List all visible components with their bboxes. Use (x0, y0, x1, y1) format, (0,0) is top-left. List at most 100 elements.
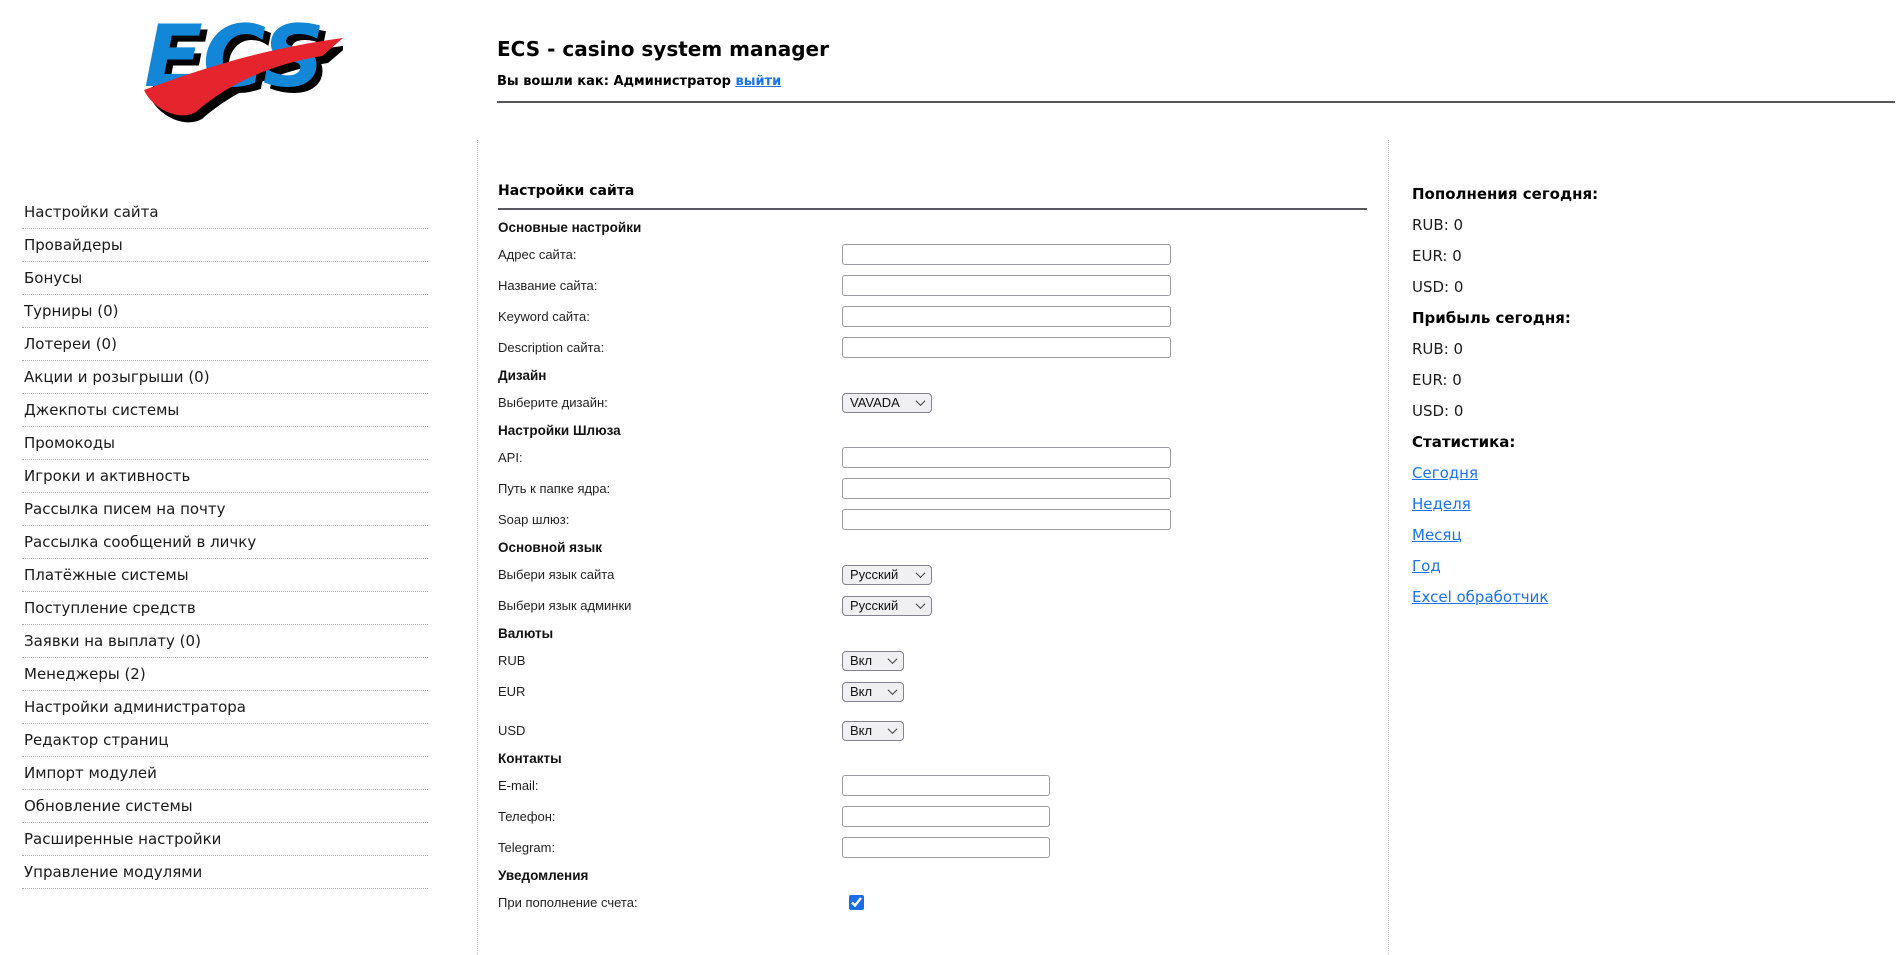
sidebar-item[interactable]: Рассылка писем на почту (22, 493, 428, 526)
section-header: Контакты (498, 751, 562, 766)
stats-link[interactable]: Неделя (1412, 495, 1471, 513)
text-input[interactable] (842, 447, 1171, 468)
field-label: Телефон: (498, 809, 556, 824)
select-dropdown[interactable]: Русский (842, 595, 932, 616)
text-input[interactable] (842, 775, 1050, 796)
stat-value: 0 (1452, 247, 1462, 265)
chevron-down-icon (887, 724, 898, 735)
stats-link-line: Сегодня (1412, 464, 1892, 483)
sidebar-item[interactable]: Настройки сайта (22, 196, 428, 229)
sidebar-item[interactable]: Импорт модулей (22, 757, 428, 790)
stats-link-line: Excel обработчик (1412, 588, 1892, 607)
select-dropdown[interactable]: VAVADA (842, 392, 932, 413)
select-dropdown[interactable]: Вкл (842, 720, 904, 741)
text-input[interactable] (842, 806, 1050, 827)
field-label: Выбери язык сайта (498, 567, 615, 582)
sidebar-item[interactable]: Промокоды (22, 427, 428, 460)
stat-label: USD: (1412, 402, 1450, 420)
stat-line: USD: 0 (1412, 278, 1892, 297)
field-label: USD (498, 723, 526, 738)
field-label: EUR (498, 684, 526, 699)
stats-panel: Пополнения сегодня: RUB: 0 EUR: 0 USD: 0 При… (1412, 185, 1892, 619)
sidebar-item[interactable]: Бонусы (22, 262, 428, 295)
stat-line: RUB: 0 (1412, 216, 1892, 235)
form-row: RUB Вкл (498, 650, 1367, 671)
selected-value: Русский (850, 598, 899, 613)
text-input[interactable] (842, 275, 1171, 296)
stats-heading: Прибыль сегодня: (1412, 309, 1571, 327)
sidebar-item[interactable]: Лотереи (0) (22, 328, 428, 361)
field-label: RUB (498, 653, 526, 668)
stat-label: EUR: (1412, 371, 1448, 389)
form-row: При пополнение счета: (498, 892, 1367, 913)
select-dropdown[interactable]: Вкл (842, 650, 904, 671)
stat-label: USD: (1412, 278, 1450, 296)
form-row: Выбери язык админки Русский (498, 595, 1367, 616)
form-row: Soap шлюз: (498, 509, 1367, 530)
select-dropdown[interactable]: Русский (842, 564, 932, 585)
field-label: Выберите дизайн: (498, 395, 608, 410)
main-panel: Настройки сайта Основные настройки Адрес… (477, 140, 1389, 955)
chevron-down-icon (915, 568, 926, 579)
text-input[interactable] (842, 337, 1171, 358)
field-label: Адрес сайта: (498, 247, 577, 262)
stats-link[interactable]: Excel обработчик (1412, 588, 1548, 606)
stat-value: 0 (1452, 371, 1462, 389)
sidebar-item[interactable]: Платёжные системы (22, 559, 428, 592)
sidebar-item[interactable]: Обновление системы (22, 790, 428, 823)
section-header: Основной язык (498, 540, 603, 555)
field-label: Keyword сайта: (498, 309, 590, 324)
sidebar-item[interactable]: Заявки на выплату (0) (22, 625, 428, 658)
section-header: Основные настройки (498, 220, 642, 235)
stat-label: RUB: (1412, 216, 1449, 234)
sidebar-item[interactable]: Провайдеры (22, 229, 428, 262)
sidebar-item[interactable]: Настройки администратора (22, 691, 428, 724)
sidebar-item[interactable]: Рассылка сообщений в личку (22, 526, 428, 559)
ecs-logo: ECS ECS (138, 7, 349, 124)
form-row: Путь к папке ядра: (498, 478, 1367, 499)
form-row: API: (498, 447, 1367, 468)
sidebar-item[interactable]: Акции и розыгрыши (0) (22, 361, 428, 394)
chevron-down-icon (915, 396, 926, 407)
logout-link[interactable]: выйти (735, 74, 781, 89)
text-input[interactable] (842, 244, 1171, 265)
field-label: Soap шлюз: (498, 512, 570, 527)
sidebar-item[interactable]: Поступление средств (22, 592, 428, 625)
section-header: Валюты (498, 626, 554, 641)
stats-link-line: Неделя (1412, 495, 1892, 514)
sidebar-item[interactable]: Игроки и активность (22, 460, 428, 493)
chevron-down-icon (887, 685, 898, 696)
stat-value: 0 (1453, 216, 1464, 234)
select-dropdown[interactable]: Вкл (842, 681, 904, 702)
text-input[interactable] (842, 837, 1050, 858)
field-label: Telegram: (498, 840, 556, 855)
text-input[interactable] (842, 306, 1171, 327)
stats-link[interactable]: Месяц (1412, 526, 1462, 544)
stat-value: 0 (1453, 402, 1464, 420)
chevron-down-icon (915, 599, 926, 610)
stat-label: RUB: (1412, 340, 1449, 358)
sidebar-item[interactable]: Менеджеры (2) (22, 658, 428, 691)
selected-value: Русский (850, 567, 899, 582)
stat-value: 0 (1453, 278, 1464, 296)
content-title: Настройки сайта (498, 182, 1367, 210)
text-input[interactable] (842, 509, 1171, 530)
sidebar-item[interactable]: Джекпоты системы (22, 394, 428, 427)
header-divider (497, 101, 1895, 103)
stat-line: EUR: 0 (1412, 371, 1892, 390)
stats-link[interactable]: Год (1412, 557, 1441, 575)
form-row: EUR Вкл (498, 681, 1367, 702)
sidebar-menu: Настройки сайта Провайдеры Бонусы Турниры (… (22, 196, 428, 889)
header: ECS - casino system manager Вы вошли как… (497, 36, 1895, 103)
sidebar-item[interactable]: Управление модулями (22, 856, 428, 889)
sidebar-item[interactable]: Расширенные настройки (22, 823, 428, 856)
text-input[interactable] (842, 478, 1171, 499)
form-row: Адрес сайта: (498, 244, 1367, 265)
form-row: USD Вкл (498, 720, 1367, 741)
sidebar-item[interactable]: Турниры (0) (22, 295, 428, 328)
selected-value: Вкл (850, 653, 873, 668)
sidebar-item[interactable]: Редактор страниц (22, 724, 428, 757)
stats-link[interactable]: Сегодня (1412, 464, 1478, 482)
logged-in-text: Вы вошли как: Администратор (497, 74, 731, 89)
notification-checkbox[interactable] (849, 895, 864, 910)
